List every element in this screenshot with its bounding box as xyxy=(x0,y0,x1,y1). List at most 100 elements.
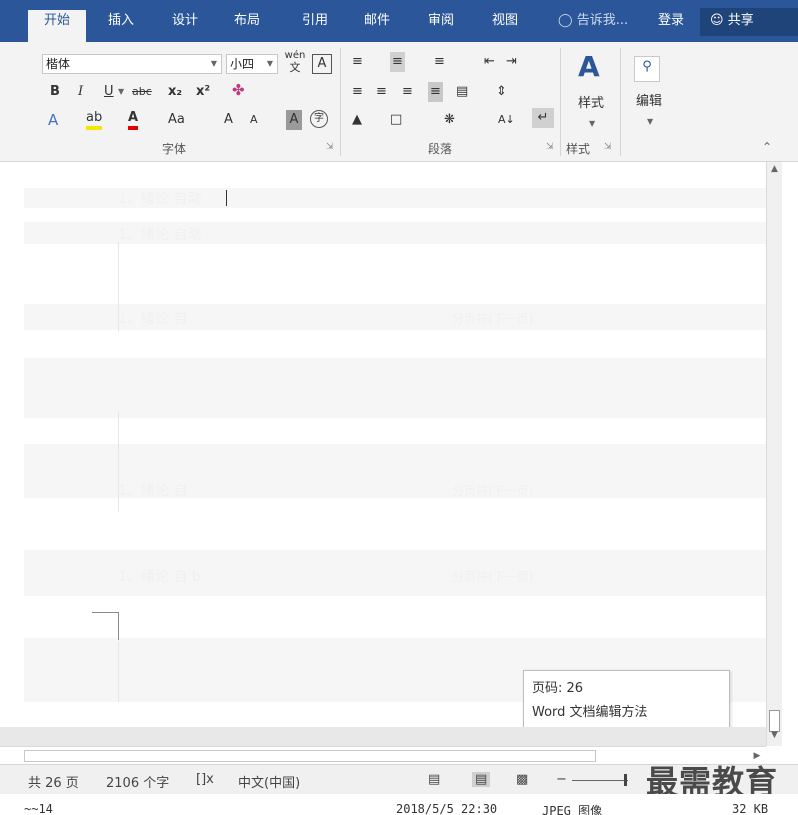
font-dialog-launcher-icon[interactable]: ⇲ xyxy=(326,142,334,152)
tooltip-page-number: 页码: 26 xyxy=(532,681,584,696)
font-group-label: 字体 xyxy=(162,142,187,156)
share-label: 共享 xyxy=(727,13,754,28)
font-name-dropdown[interactable]: 楷体 ▼ xyxy=(42,54,222,74)
asian-layout-icon[interactable]: ❋ xyxy=(444,110,455,130)
phonetic-char: 文 xyxy=(289,61,301,74)
read-mode-icon[interactable]: ▤ xyxy=(428,772,440,787)
collapse-ribbon-icon[interactable]: ⌃ xyxy=(762,140,772,154)
group-divider xyxy=(340,48,341,156)
chevron-down-icon: ▼ xyxy=(210,59,217,68)
document-area[interactable]: 1、绪论 自动 1、绪论 自动 1、绪论 自 分页符(下一页) 1、绪论 自 分… xyxy=(0,162,766,727)
font-size-dropdown[interactable]: 小四 ▼ xyxy=(226,54,278,74)
clear-formatting-icon[interactable]: ✤ xyxy=(232,80,245,100)
page-corner-mark xyxy=(118,612,119,640)
align-left-icon[interactable]: ≡ xyxy=(352,82,363,102)
character-border-button[interactable]: A xyxy=(312,54,332,74)
print-layout-icon[interactable]: ▤ xyxy=(472,772,491,787)
paragraph-dialog-launcher-icon[interactable]: ⇲ xyxy=(546,142,554,152)
subscript-button[interactable]: x₂ xyxy=(168,82,182,102)
bullets-icon[interactable]: ≡ xyxy=(352,52,363,72)
group-divider xyxy=(560,48,561,156)
decrease-indent-icon[interactable]: ⇤ xyxy=(484,52,495,72)
chevron-down-icon: ▼ xyxy=(266,59,273,68)
tell-me-search[interactable]: ◯ 告诉我... xyxy=(558,10,628,32)
zoom-slider-handle[interactable] xyxy=(624,774,627,786)
page-tooltip: 页码: 26 Word 文档编辑方法 xyxy=(523,670,730,730)
tab-references[interactable]: 引用 xyxy=(290,10,340,42)
ghost-text: 1、绪论 自 xyxy=(118,483,188,499)
multilevel-list-icon[interactable]: ≡ xyxy=(434,52,445,72)
tab-layout[interactable]: 布局 xyxy=(222,10,272,42)
chevron-down-icon[interactable]: ▼ xyxy=(118,82,124,102)
phonetic-guide-button[interactable]: wén 文 xyxy=(284,50,306,74)
styles-group-label: 样式 xyxy=(566,142,591,156)
grow-font-button[interactable]: A xyxy=(224,110,233,130)
tab-view[interactable]: 视图 xyxy=(480,10,530,42)
enclose-characters-button[interactable]: 字 xyxy=(310,110,328,128)
highlight-color-button[interactable]: ab xyxy=(86,110,103,130)
vertical-scrollbar[interactable]: ▲ ▼ xyxy=(766,162,782,746)
paint-bucket-icon[interactable]: ▲ xyxy=(352,110,362,130)
ghost-text: 1、绪论 自 xyxy=(118,311,188,327)
proofing-icon[interactable]: []ⅹ xyxy=(196,772,214,787)
font-color-button[interactable]: A xyxy=(128,110,139,130)
increase-indent-icon[interactable]: ⇥ xyxy=(506,52,517,72)
italic-button[interactable]: I xyxy=(78,82,83,102)
ghost-band xyxy=(24,358,766,418)
underline-button[interactable]: U xyxy=(104,82,114,102)
share-button[interactable]: ☺ 共享 xyxy=(700,8,798,36)
file-type: JPEG 图像 xyxy=(542,804,603,815)
shrink-font-button[interactable]: A xyxy=(250,110,258,130)
chevron-down-icon: ▼ xyxy=(647,117,654,126)
styles-label[interactable]: 样式 xyxy=(578,94,604,114)
align-right-icon[interactable]: ≡ xyxy=(402,82,413,102)
language-indicator[interactable]: 中文(中国) xyxy=(238,772,300,791)
strikethrough-button[interactable]: abc xyxy=(132,82,152,102)
superscript-button[interactable]: x² xyxy=(196,82,210,102)
word-count[interactable]: 2106 个字 xyxy=(106,772,169,791)
scroll-thumb[interactable] xyxy=(769,710,780,732)
bold-button[interactable]: B xyxy=(50,82,60,102)
show-marks-button[interactable]: ↵ xyxy=(532,108,554,128)
scroll-down-icon[interactable]: ▼ xyxy=(767,730,782,744)
borders-icon[interactable]: □ xyxy=(390,110,402,130)
page-count[interactable]: 共 26 页 xyxy=(28,772,79,791)
file-date: 2018/5/5 22:30 xyxy=(396,802,498,815)
character-shading-button[interactable]: A xyxy=(286,110,302,130)
tell-me-label: 告诉我... xyxy=(576,13,629,28)
align-center-icon[interactable]: ≡ xyxy=(376,82,387,102)
styles-icon[interactable]: A xyxy=(578,50,600,84)
person-icon: ☺ xyxy=(710,13,724,28)
paragraph-group-label: 段落 xyxy=(428,142,453,156)
line-spacing-icon[interactable]: ⇕ xyxy=(496,82,507,102)
sort-button[interactable]: A↓ xyxy=(498,110,515,130)
find-icon[interactable]: ⚲ xyxy=(634,56,660,82)
login-button[interactable]: 登录 xyxy=(658,10,684,32)
change-case-button[interactable]: Aa xyxy=(168,110,185,130)
text-effects-button[interactable]: A xyxy=(48,110,58,130)
tab-design[interactable]: 设计 xyxy=(160,10,210,42)
hscroll-thumb[interactable] xyxy=(24,750,596,762)
tab-review[interactable]: 审阅 xyxy=(416,10,466,42)
numbering-icon[interactable]: ≡ xyxy=(390,52,405,72)
status-bar: 共 26 页 2106 个字 []ⅹ 中文(中国) ▤ ▤ ▩ − 最需教育 xyxy=(0,763,798,801)
tooltip-section-title: Word 文档编辑方法 xyxy=(532,705,648,720)
scroll-up-icon[interactable]: ▲ xyxy=(767,164,782,178)
ghost-text: 分页符(下一页) xyxy=(452,570,534,584)
distributed-icon[interactable]: ▤ xyxy=(456,82,468,102)
lightbulb-icon: ◯ xyxy=(558,13,573,28)
tab-mailings[interactable]: 邮件 xyxy=(352,10,402,42)
styles-dialog-launcher-icon[interactable]: ⇲ xyxy=(604,142,612,152)
ghost-text: 1、绪论 自动 xyxy=(118,227,202,243)
ghost-text: 分页符(下一页) xyxy=(452,312,534,326)
page-margin-line xyxy=(118,642,119,702)
file-name: ~~14 xyxy=(24,802,53,815)
tab-insert[interactable]: 插入 xyxy=(96,10,146,42)
justify-icon[interactable]: ≡ xyxy=(428,82,443,102)
ghost-band xyxy=(24,444,766,470)
editing-label[interactable]: 编辑 xyxy=(636,92,662,112)
zoom-out-button[interactable]: − xyxy=(556,772,567,787)
tab-home[interactable]: 开始 xyxy=(28,10,86,42)
zoom-slider[interactable] xyxy=(572,780,628,781)
web-layout-icon[interactable]: ▩ xyxy=(516,772,528,787)
